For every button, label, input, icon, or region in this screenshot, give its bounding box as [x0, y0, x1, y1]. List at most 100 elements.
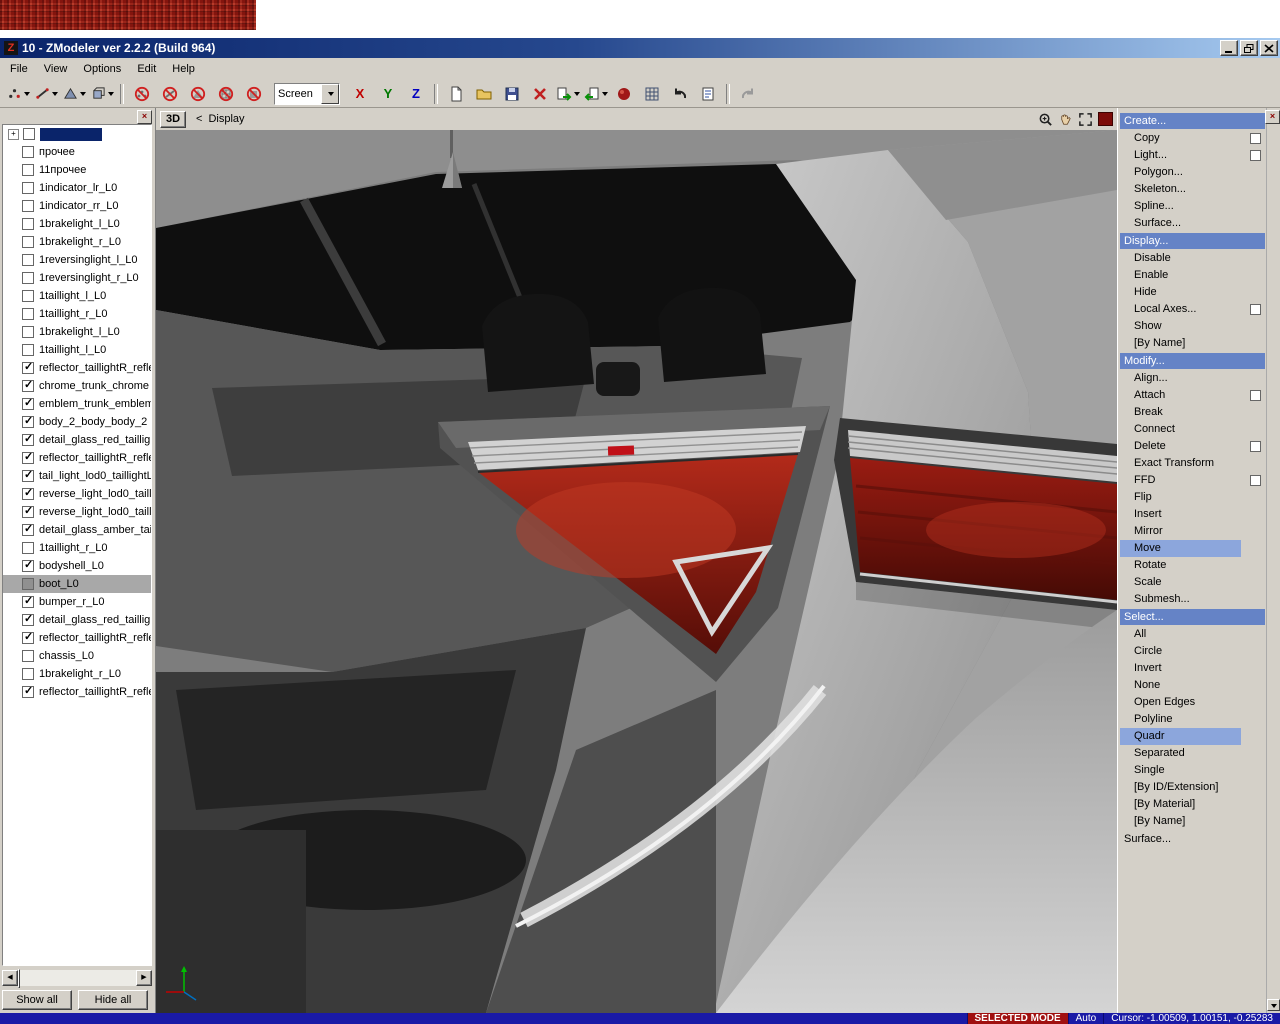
- cmd-quadr[interactable]: Quadr: [1120, 728, 1241, 745]
- tree-root-label[interactable]: [40, 127, 102, 141]
- tree-item-2[interactable]: 1indicator_lr_L0: [3, 179, 151, 197]
- tree-item-28[interactable]: chassis_L0: [3, 647, 151, 665]
- zoom-icon[interactable]: [1038, 112, 1053, 127]
- projection-dropdown[interactable]: Screen: [274, 82, 340, 105]
- tree-item-checkbox[interactable]: [22, 487, 34, 500]
- tree-item-13[interactable]: chrome_trunk_chrome: [3, 377, 151, 395]
- tree-item-checkbox[interactable]: [22, 146, 34, 158]
- export-dropdown[interactable]: [582, 83, 610, 105]
- material-editor-button[interactable]: [610, 83, 638, 105]
- import-dropdown[interactable]: [554, 83, 582, 105]
- cmd-connect[interactable]: Connect: [1120, 421, 1265, 438]
- cmd-flip[interactable]: Flip: [1120, 489, 1265, 506]
- tree-item-11[interactable]: 1taillight_l_L0: [3, 341, 151, 359]
- tree-item-checkbox[interactable]: [22, 505, 34, 518]
- tree-item-checkbox[interactable]: [22, 578, 34, 590]
- tree-item-20[interactable]: reverse_light_lod0_tailli: [3, 503, 151, 521]
- cmd-enable[interactable]: Enable: [1120, 267, 1265, 284]
- log-button[interactable]: [694, 83, 722, 105]
- tree-item-checkbox[interactable]: [22, 523, 34, 536]
- cmd-header-surface[interactable]: Surface...: [1120, 831, 1265, 847]
- tree-root-row[interactable]: +: [3, 125, 151, 143]
- tree-item-checkbox[interactable]: [22, 290, 34, 302]
- cmd-by-material[interactable]: [By Material]: [1120, 796, 1265, 813]
- cmd-header-display[interactable]: Display...: [1120, 233, 1265, 249]
- cmd-open-edges[interactable]: Open Edges: [1120, 694, 1265, 711]
- tree-item-21[interactable]: detail_glass_amber_taill: [3, 521, 151, 539]
- tree-item-checkbox[interactable]: [22, 164, 34, 176]
- cmd-rotate[interactable]: Rotate: [1120, 557, 1265, 574]
- cmd-options-checkbox[interactable]: [1250, 150, 1261, 161]
- tree-item-checkbox[interactable]: [22, 631, 34, 644]
- no-objects-toggle[interactable]: [240, 83, 268, 105]
- cmd-mirror[interactable]: Mirror: [1120, 523, 1265, 540]
- tree-item-18[interactable]: tail_light_lod0_taillightL_: [3, 467, 151, 485]
- tree-item-23[interactable]: bodyshell_L0: [3, 557, 151, 575]
- undo-button[interactable]: [666, 83, 694, 105]
- menu-help[interactable]: Help: [164, 60, 203, 78]
- maximize-view-icon[interactable]: [1078, 112, 1093, 127]
- tree-item-checkbox[interactable]: [22, 326, 34, 338]
- cmd-by-id-extension[interactable]: [By ID/Extension]: [1120, 779, 1265, 796]
- tree-item-checkbox[interactable]: [22, 344, 34, 356]
- cmd-header-select[interactable]: Select...: [1120, 609, 1265, 625]
- grid-settings-button[interactable]: [638, 83, 666, 105]
- view-mode-label[interactable]: Display: [208, 113, 244, 125]
- cmd-options-checkbox[interactable]: [1250, 441, 1261, 452]
- show-all-button[interactable]: Show all: [2, 990, 72, 1010]
- tree-item-checkbox[interactable]: [22, 379, 34, 392]
- combo-arrow-button[interactable]: [321, 83, 339, 104]
- tree-item-22[interactable]: 1taillight_r_L0: [3, 539, 151, 557]
- tree-item-12[interactable]: reflector_taillightR_refle: [3, 359, 151, 377]
- viewport-canvas[interactable]: [156, 130, 1117, 1013]
- tree-item-checkbox[interactable]: [22, 254, 34, 266]
- tree-item-checkbox[interactable]: [22, 542, 34, 554]
- no-vertices-toggle[interactable]: [128, 83, 156, 105]
- cmd-scale[interactable]: Scale: [1120, 574, 1265, 591]
- tree-item-checkbox[interactable]: [22, 613, 34, 626]
- commands-scroll-down-button[interactable]: [1267, 999, 1280, 1011]
- tree-item-14[interactable]: emblem_trunk_emblem: [3, 395, 151, 413]
- redo-button-disabled[interactable]: [734, 83, 762, 105]
- scroll-thumb[interactable]: [18, 969, 20, 988]
- menu-edit[interactable]: Edit: [129, 60, 164, 78]
- cmd-disable[interactable]: Disable: [1120, 250, 1265, 267]
- tree-item-4[interactable]: 1brakelight_l_L0: [3, 215, 151, 233]
- view-tab-3d[interactable]: 3D: [160, 110, 186, 128]
- cmd-separated[interactable]: Separated: [1120, 745, 1265, 762]
- cmd-all[interactable]: All: [1120, 626, 1265, 643]
- tree-item-8[interactable]: 1taillight_l_L0: [3, 287, 151, 305]
- tree-item-26[interactable]: detail_glass_red_tailligh: [3, 611, 151, 629]
- edges-level-dropdown[interactable]: [32, 83, 60, 105]
- minimize-button[interactable]: [1220, 40, 1238, 56]
- cmd-header-modify[interactable]: Modify...: [1120, 353, 1265, 369]
- tree-item-15[interactable]: body_2_body_body_2: [3, 413, 151, 431]
- title-bar[interactable]: Z 10 - ZModeler ver 2.2.2 (Build 964): [0, 38, 1280, 58]
- tree-item-27[interactable]: reflector_taillightR_refle: [3, 629, 151, 647]
- no-edges-toggle[interactable]: [156, 83, 184, 105]
- view-back-arrow[interactable]: <: [196, 113, 202, 125]
- tree-item-checkbox[interactable]: [22, 397, 34, 410]
- tree-item-checkbox[interactable]: [22, 469, 34, 482]
- pan-hand-icon[interactable]: [1058, 112, 1073, 127]
- cmd-options-checkbox[interactable]: [1250, 475, 1261, 486]
- tree-item-19[interactable]: reverse_light_lod0_tailli: [3, 485, 151, 503]
- cmd-exact-transform[interactable]: Exact Transform: [1120, 455, 1265, 472]
- cmd-options-checkbox[interactable]: [1250, 390, 1261, 401]
- tree-item-5[interactable]: 1brakelight_r_L0: [3, 233, 151, 251]
- tree-item-1[interactable]: 11прочее: [3, 161, 151, 179]
- close-button[interactable]: [1260, 40, 1278, 56]
- tree-item-checkbox[interactable]: [22, 650, 34, 662]
- menu-options[interactable]: Options: [75, 60, 129, 78]
- menu-file[interactable]: File: [2, 60, 36, 78]
- scene-panel-close-button[interactable]: ×: [137, 110, 152, 124]
- tree-item-10[interactable]: 1brakelight_l_L0: [3, 323, 151, 341]
- cmd-polygon[interactable]: Polygon...: [1120, 164, 1265, 181]
- cmd-show[interactable]: Show: [1120, 318, 1265, 335]
- cmd-circle[interactable]: Circle: [1120, 643, 1265, 660]
- tree-item-checkbox[interactable]: [22, 236, 34, 248]
- cmd-polyline[interactable]: Polyline: [1120, 711, 1265, 728]
- cmd-skeleton[interactable]: Skeleton...: [1120, 181, 1265, 198]
- vertices-level-dropdown[interactable]: [4, 83, 32, 105]
- cmd-options-checkbox[interactable]: [1250, 304, 1261, 315]
